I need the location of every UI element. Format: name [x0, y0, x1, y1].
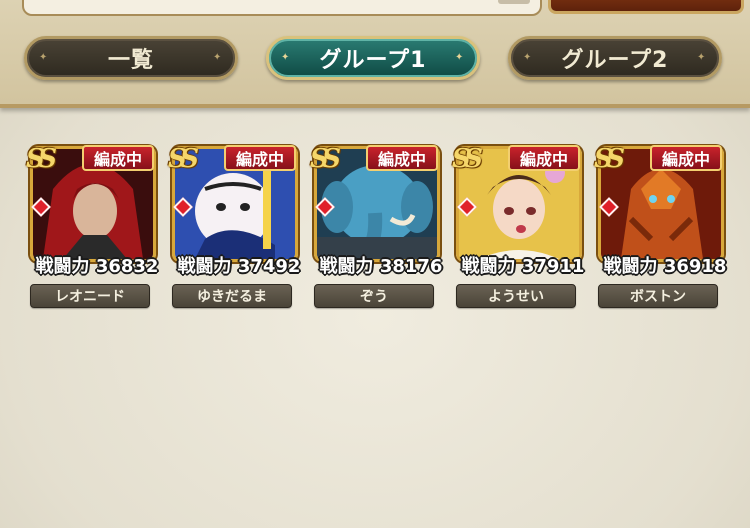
rank-ss-icon: SS [310, 144, 341, 174]
character-name: ゆきだるま [172, 284, 292, 308]
in-formation-badge: 編成中 [224, 145, 296, 171]
header-panel: ✦ 一覧 ✦ ✦ グループ1 ✦ ✦ グループ2 ✦ [0, 0, 750, 108]
rank-ss-icon: SS [594, 144, 625, 174]
tab-group-2[interactable]: ✦ グループ2 ✦ [508, 36, 722, 80]
character-name: ぞう [314, 284, 434, 308]
ornament-icon: ✦ [523, 52, 533, 63]
ornament-icon: ✦ [455, 52, 465, 63]
sort-button[interactable] [548, 0, 744, 14]
ornament-icon: ✦ [39, 52, 49, 63]
tab-list[interactable]: ✦ 一覧 ✦ [24, 36, 238, 80]
ornament-icon: ✦ [697, 52, 707, 63]
battle-power: 戦闘力 36832 [35, 256, 159, 277]
tab-group-2-label: グループ2 [561, 48, 669, 73]
battle-power: 戦闘力 37911 [461, 256, 585, 277]
tab-list-label: 一覧 [107, 48, 154, 73]
rank-ss-icon: SS [452, 144, 483, 174]
search-bar-handle [498, 0, 530, 4]
battle-power: 戦闘力 37492 [177, 256, 301, 277]
character-name: レオニード [30, 284, 150, 308]
ornament-icon: ✦ [281, 52, 291, 63]
ornament-icon: ✦ [213, 52, 223, 63]
in-formation-badge: 編成中 [366, 145, 438, 171]
in-formation-badge: 編成中 [650, 145, 722, 171]
search-bar[interactable] [22, 0, 542, 16]
character-name: ようせい [456, 284, 576, 308]
rank-ss-icon: SS [168, 144, 199, 174]
tab-group-1[interactable]: ✦ グループ1 ✦ [266, 36, 480, 80]
battle-power: 戦闘力 36918 [603, 256, 727, 277]
rank-ss-icon: SS [26, 144, 57, 174]
tab-group-1-label: グループ1 [319, 48, 427, 73]
in-formation-badge: 編成中 [82, 145, 154, 171]
in-formation-badge: 編成中 [508, 145, 580, 171]
battle-power: 戦闘力 38176 [319, 256, 443, 277]
character-name: ボストン [598, 284, 718, 308]
